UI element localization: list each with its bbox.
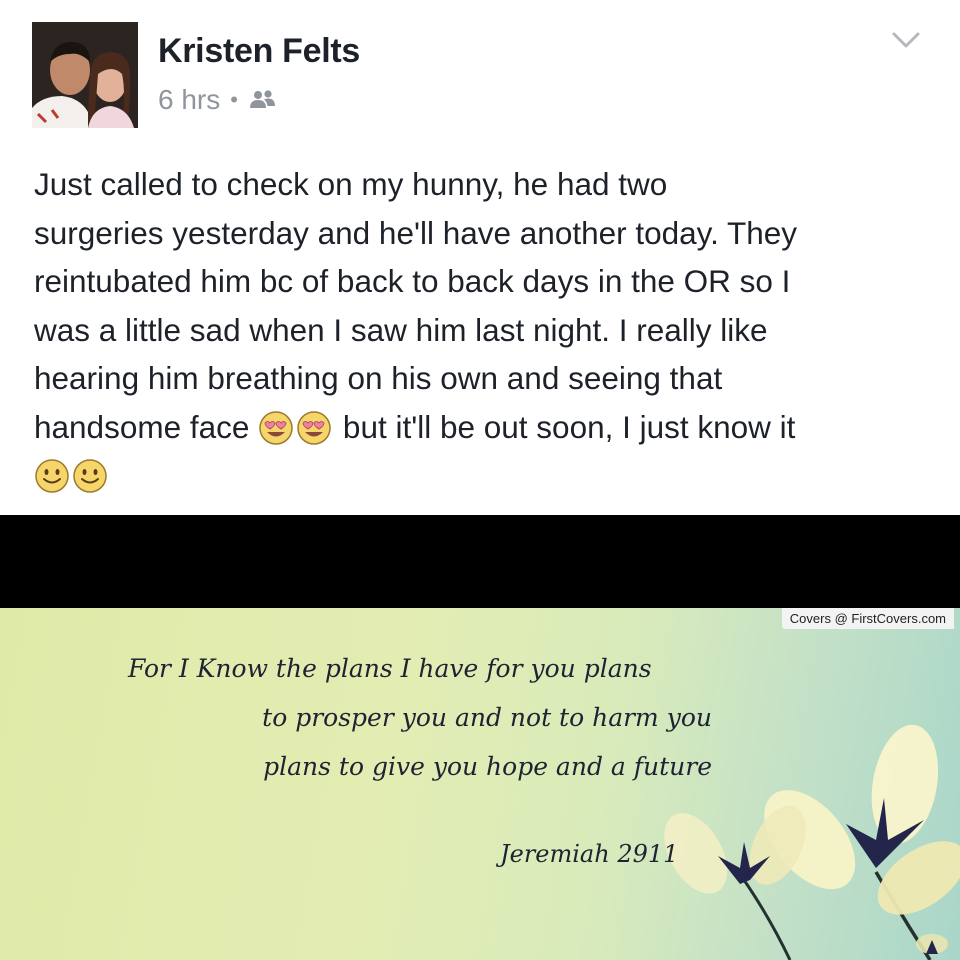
post-header: Kristen Felts 6 hrs • (32, 22, 928, 132)
post-menu-button[interactable] (884, 22, 928, 58)
smiley-emoji (73, 459, 107, 493)
verse-reference: Jeremiah 2911 (500, 840, 679, 868)
post-text-line: surgeries yesterday and he'll have anoth… (34, 214, 798, 251)
photo-letterbox-band (0, 515, 960, 608)
verse-line: to prosper you and not to harm you (262, 703, 712, 732)
cover-photo[interactable]: Covers @ FirstCovers.com For I Know the (0, 608, 960, 960)
verse-line: plans to give you hope and a future (263, 752, 712, 781)
author-name[interactable]: Kristen Felts (158, 32, 360, 71)
meta-separator: • (230, 87, 238, 112)
smiley-emoji (35, 459, 69, 493)
post-text-fragment: but it'll be out soon, I just know it (334, 408, 796, 445)
bible-verse: For I Know the plans I have for you plan… (128, 644, 728, 791)
post-text-line: reintubated him bc of back to back days … (34, 263, 791, 299)
facebook-post: Kristen Felts 6 hrs • Just called to che… (0, 0, 960, 960)
post-text-line: handsome face but it'll be out soon, I j… (34, 403, 929, 452)
post-text-line: Just called to check on my hunny, he had… (34, 166, 668, 202)
avatar-photo (32, 22, 138, 128)
post-text: Just called to check on my hunny, he had… (34, 160, 929, 500)
chevron-down-icon (892, 32, 920, 48)
friends-icon[interactable] (248, 88, 278, 112)
post-timestamp[interactable]: 6 hrs (158, 84, 220, 116)
post-text-fragment: handsome face (34, 408, 250, 445)
heart-eyes-emoji (259, 410, 293, 445)
post-text-line: hearing him breathing on his own and see… (34, 360, 723, 396)
cover-watermark: Covers @ FirstCovers.com (781, 608, 954, 629)
post-emoji-line (34, 451, 929, 500)
post-meta: 6 hrs • (158, 84, 278, 116)
heart-eyes-emoji (297, 410, 331, 445)
avatar[interactable] (32, 22, 138, 128)
post-text-line: was a little sad when I saw him last nig… (34, 311, 768, 348)
verse-line: For I Know the plans I have for you plan… (128, 654, 652, 683)
